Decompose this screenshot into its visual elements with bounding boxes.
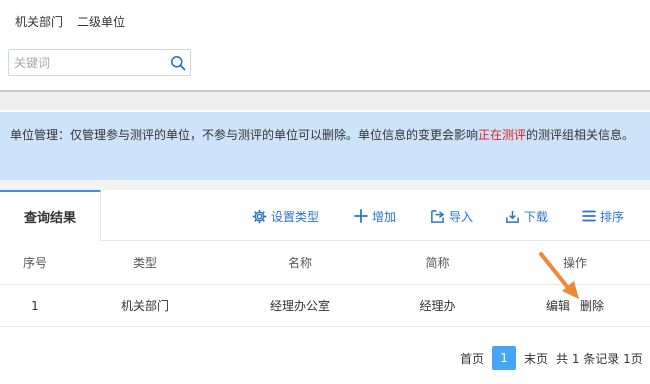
cell-index: 1 [31, 298, 39, 313]
notice-highlight: 正在测评 [478, 128, 527, 142]
pointer-arrow-icon [539, 252, 579, 299]
plus-icon [354, 209, 368, 223]
last-page-link[interactable]: 末页 [524, 350, 548, 367]
tab-jiguan-bumen[interactable]: 机关部门 [15, 13, 63, 30]
set-type-button[interactable]: 设置类型 [252, 206, 319, 226]
top-tabs: 机关部门 二级单位 [15, 13, 125, 30]
set-type-label: 设置类型 [271, 209, 320, 224]
search-box [8, 49, 191, 76]
page-number-current[interactable]: 1 [492, 346, 517, 370]
cell-type: 机关部门 [120, 299, 169, 313]
pagination: 首页 1 末页 共 1 条记录 1页 [460, 346, 643, 370]
sort-label: 排序 [600, 209, 625, 224]
import-label: 导入 [449, 209, 474, 224]
import-button[interactable]: 导入 [430, 206, 473, 226]
header-type: 类型 [132, 256, 157, 270]
download-button[interactable]: 下载 [505, 206, 548, 226]
tab-erji-danwei[interactable]: 二级单位 [77, 13, 125, 30]
search-input[interactable] [9, 50, 166, 75]
delete-link[interactable]: 删除 [580, 297, 604, 314]
record-summary: 共 1 条记录 1页 [556, 351, 643, 366]
cell-name: 经理办公室 [269, 299, 330, 313]
sort-button[interactable]: 排序 [582, 206, 624, 226]
section-divider [0, 90, 650, 110]
gear-icon [252, 209, 267, 223]
notice-text-after: 的测评组相关信息。 [526, 128, 635, 142]
download-label: 下载 [524, 209, 549, 224]
header-index: 序号 [22, 256, 47, 270]
cell-short-name: 经理办 [419, 299, 456, 313]
add-label: 增加 [372, 209, 397, 224]
search-icon[interactable] [166, 50, 190, 75]
first-page-link[interactable]: 首页 [460, 350, 484, 367]
list-icon [582, 210, 596, 222]
header-name: 名称 [287, 256, 312, 270]
toolbar: 设置类型 增加 导入 下载 排序 [0, 206, 650, 226]
download-icon [506, 210, 519, 223]
header-short-name: 简称 [425, 256, 450, 270]
notice-banner: 单位管理：仅管理参与测评的单位，不参与测评的单位可以删除。单位信息的变更会影响正… [0, 112, 650, 180]
add-button[interactable]: 增加 [354, 206, 396, 226]
import-icon [431, 209, 444, 223]
section-gap [0, 180, 650, 190]
notice-text-before: 单位管理：仅管理参与测评的单位，不参与测评的单位可以删除。单位信息的变更会影响 [10, 128, 479, 142]
